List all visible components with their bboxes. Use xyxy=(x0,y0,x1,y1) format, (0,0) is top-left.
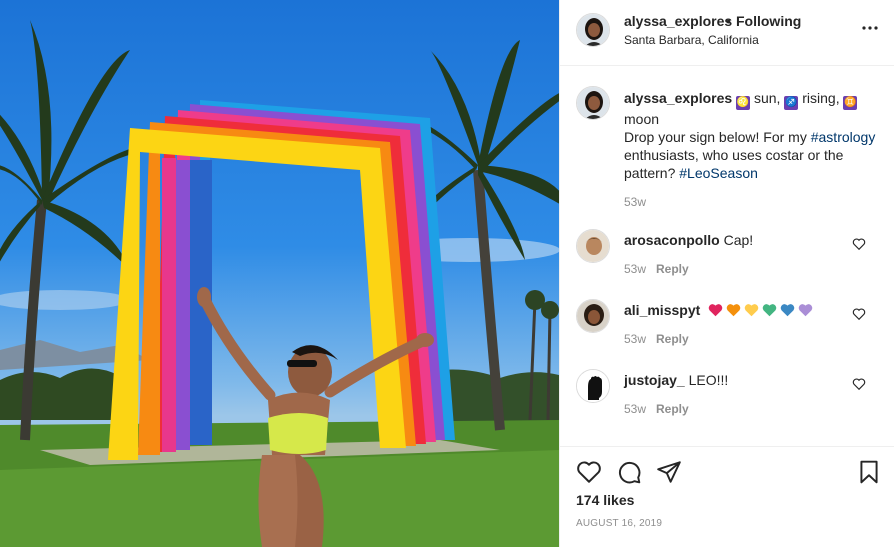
post-details-panel: alyssa_explores • Following Santa Barbar… xyxy=(559,0,894,547)
author-username[interactable]: alyssa_explores xyxy=(624,13,732,29)
comment-timestamp[interactable]: 53w xyxy=(624,262,646,276)
comment-username[interactable]: ali_misspyt xyxy=(624,302,700,318)
caption-avatar-image xyxy=(577,87,609,119)
post-actions: 174 likes AUGUST 16, 2019 xyxy=(560,446,894,547)
hashtag-leoseason[interactable]: #LeoSeason xyxy=(679,165,758,181)
post-caption: alyssa_explores ♌ sun, ♐ rising, ♊ moon … xyxy=(624,89,876,182)
comment-username[interactable]: justojay_ xyxy=(624,372,685,388)
share-paper-plane-icon[interactable] xyxy=(656,459,682,485)
caption-line-2a: Drop your sign below! For my xyxy=(624,129,811,145)
comment-timestamp[interactable]: 53w xyxy=(624,402,646,416)
hashtag-astrology[interactable]: #astrology xyxy=(811,129,876,145)
caption-text-1: sun, xyxy=(750,90,785,106)
heart-emoji-icon xyxy=(798,304,813,317)
comment-text: Cap! xyxy=(723,232,754,248)
reply-button[interactable]: Reply xyxy=(656,402,689,416)
caption-text-2: rising, xyxy=(798,90,844,106)
comment-item: ali_misspyt 53w Reply xyxy=(560,299,894,359)
comment-username[interactable]: arosaconpollo xyxy=(624,232,720,248)
gemini-sign-icon: ♊ xyxy=(843,96,858,110)
follow-separator: • xyxy=(726,13,731,29)
caption-username[interactable]: alyssa_explores xyxy=(624,90,732,106)
commenter-avatar[interactable] xyxy=(576,299,610,333)
like-heart-icon[interactable] xyxy=(576,459,602,485)
reply-button[interactable]: Reply xyxy=(656,332,689,346)
heart-emoji-icon xyxy=(780,304,795,317)
comment-text: LEO!!! xyxy=(688,372,729,388)
author-avatar[interactable] xyxy=(576,13,610,47)
like-comment-icon[interactable] xyxy=(852,307,866,321)
comment-bubble-icon[interactable] xyxy=(616,459,642,485)
caption-author-avatar[interactable] xyxy=(576,86,610,120)
heart-emoji-icon xyxy=(762,304,777,317)
comment-body: ali_misspyt xyxy=(624,302,813,318)
comment-meta: 53w Reply xyxy=(624,402,689,416)
commenter-avatar[interactable] xyxy=(576,369,610,403)
raised-fist-avatar-image xyxy=(577,370,609,402)
comment-meta: 53w Reply xyxy=(624,262,689,276)
author-avatar-image xyxy=(577,14,609,46)
leo-sign-icon: ♌ xyxy=(736,96,751,110)
follow-status-button[interactable]: Following xyxy=(736,13,801,29)
like-comment-icon[interactable] xyxy=(852,237,866,251)
comment-body: justojay_ LEO!!! xyxy=(624,372,728,388)
post-header: alyssa_explores • Following Santa Barbar… xyxy=(560,0,894,66)
instagram-post: alyssa_explores • Following Santa Barbar… xyxy=(0,0,894,547)
post-location[interactable]: Santa Barbara, California xyxy=(624,33,759,47)
comment-meta: 53w Reply xyxy=(624,332,689,346)
caption-text-3: moon xyxy=(624,111,660,127)
commenter-avatar[interactable] xyxy=(576,229,610,263)
more-options-icon[interactable] xyxy=(860,18,880,38)
reply-button[interactable]: Reply xyxy=(656,262,689,276)
caption-timestamp[interactable]: 53w xyxy=(624,195,646,209)
likes-count[interactable]: 174 likes xyxy=(576,492,634,508)
comment-timestamp[interactable]: 53w xyxy=(624,332,646,346)
commenter-avatar-image xyxy=(577,230,609,262)
comment-item: arosaconpollo Cap! 53w Reply xyxy=(560,229,894,289)
commenter-avatar-image xyxy=(577,300,609,332)
sagittarius-sign-icon: ♐ xyxy=(784,96,799,110)
heart-emoji-icon xyxy=(726,304,741,317)
save-bookmark-icon[interactable] xyxy=(856,459,882,485)
post-photo[interactable] xyxy=(0,0,559,547)
heart-emojis xyxy=(708,303,813,317)
rainbow-arch-photo xyxy=(0,20,559,547)
heart-emoji-icon xyxy=(708,304,723,317)
comment-body: arosaconpollo Cap! xyxy=(624,232,753,248)
post-date[interactable]: AUGUST 16, 2019 xyxy=(576,518,662,529)
comment-item: justojay_ LEO!!! 53w Reply xyxy=(560,369,894,429)
heart-emoji-icon xyxy=(744,304,759,317)
like-comment-icon[interactable] xyxy=(852,377,866,391)
